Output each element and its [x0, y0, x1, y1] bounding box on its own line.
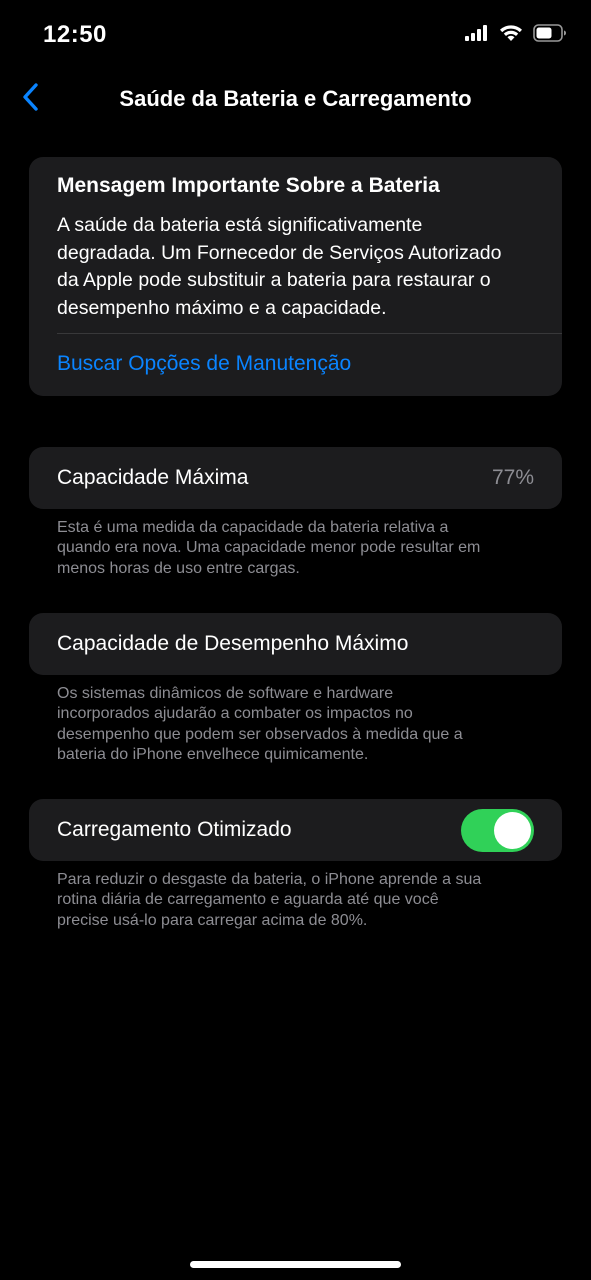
footnote-line: rotina diária de carregamento e aguarda … [57, 891, 439, 909]
message-body: A saúde da bateria está significativamen… [57, 212, 547, 322]
wifi-icon [499, 24, 523, 42]
battery-icon [533, 24, 567, 42]
peak-performance-footnote: Os sistemas dinâmicos de software e hard… [57, 684, 547, 766]
battery-message-card: Mensagem Importante Sobre a Bateria A sa… [29, 157, 562, 396]
footnote-line: incorporados ajudarão a combater os impa… [57, 705, 413, 723]
message-body-line: da Apple pode substituir a bateria para … [57, 269, 491, 291]
status-time: 12:50 [43, 21, 107, 48]
footnote-line: Os sistemas dinâmicos de software e hard… [57, 685, 394, 702]
message-body-line: degradada. Um Fornecedor de Serviços Aut… [57, 241, 502, 264]
toggle-knob [494, 812, 531, 849]
message-title: Mensagem Importante Sobre a Bateria [57, 174, 440, 197]
footnote-line: bateria do iPhone envelhece quimicamente… [57, 746, 369, 764]
divider [57, 333, 562, 334]
status-icons [465, 24, 567, 42]
max-capacity-footnote: Esta é uma medida da capacidade da bater… [57, 518, 547, 579]
footnote-line: Para reduzir o desgaste da bateria, o iP… [57, 871, 482, 888]
optimized-charging-footnote: Para reduzir o desgaste da bateria, o iP… [57, 870, 547, 931]
screen: 12:50 Saúde da Bateria e Carregamento Me… [0, 0, 591, 1280]
cellular-signal-icon [465, 25, 489, 41]
message-body-line: desempenho máximo e a capacidade. [57, 296, 387, 319]
footnote-line: precise usá-lo para carregar acima de 80… [57, 911, 368, 929]
max-capacity-value: 77% [491, 466, 534, 489]
status-bar: 12:50 [0, 0, 591, 70]
peak-performance-row: Capacidade de Desempenho Máximo [29, 613, 562, 675]
page-title: Saúde da Bateria e Carregamento [119, 86, 472, 111]
optimized-charging-row: Carregamento Otimizado [29, 799, 562, 861]
footnote-line: quando era nova. Uma capacidade menor po… [57, 539, 481, 557]
max-capacity-label: Capacidade Máxima [57, 466, 249, 489]
optimized-charging-label: Carregamento Otimizado [57, 818, 292, 841]
optimized-charging-toggle[interactable] [461, 809, 534, 852]
service-options-link[interactable]: Buscar Opções de Manutenção [57, 352, 351, 376]
footnote-line: menos horas de uso entre cargas. [57, 559, 300, 577]
peak-performance-label: Capacidade de Desempenho Máximo [57, 632, 409, 655]
home-indicator[interactable] [190, 1261, 401, 1268]
navigation-bar: Saúde da Bateria e Carregamento [0, 70, 591, 130]
max-capacity-row: Capacidade Máxima 77% [29, 447, 562, 509]
footnote-line: Esta é uma medida da capacidade da bater… [57, 519, 449, 536]
footnote-line: desempenho que podem ser observados à me… [57, 725, 463, 743]
message-body-line: A saúde da bateria está significativamen… [57, 214, 423, 236]
